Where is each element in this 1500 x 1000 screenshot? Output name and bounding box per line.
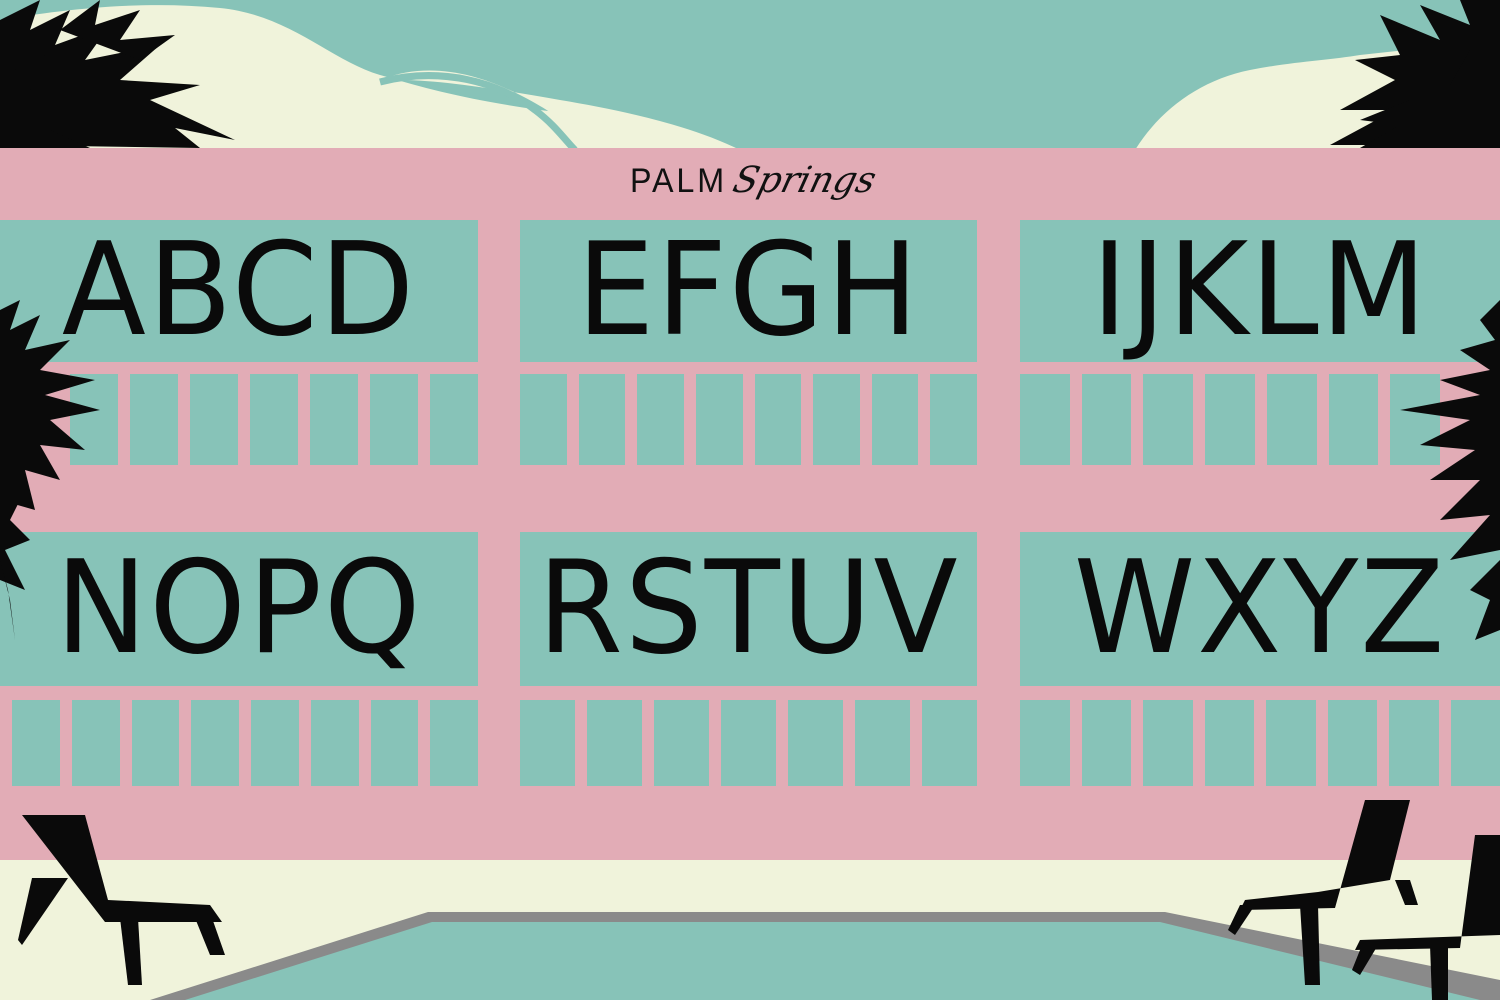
panel-letters: IJKLM — [1091, 216, 1429, 365]
window — [637, 374, 684, 465]
window-strip — [12, 700, 478, 786]
window — [130, 374, 178, 465]
window — [250, 374, 298, 465]
sign-panel: WXYZ — [1020, 532, 1500, 686]
window — [1266, 700, 1316, 786]
window — [855, 700, 910, 786]
window — [370, 374, 418, 465]
panel-letters: WXYZ — [1073, 534, 1447, 683]
palm-springs-scene: PALM Springs ABCD EFGH IJKLM NOPQ RSTUV … — [0, 0, 1500, 1000]
panel-letters: NOPQ — [55, 534, 423, 683]
window — [930, 374, 977, 465]
window — [1020, 700, 1070, 786]
window — [71, 700, 120, 786]
window — [754, 374, 802, 465]
window — [12, 700, 60, 786]
window — [310, 374, 358, 465]
window — [310, 700, 359, 786]
panel-letters: ABCD — [61, 216, 417, 365]
window-strip — [1020, 374, 1441, 465]
window-strip — [70, 374, 478, 465]
brand-script-text: Springs — [728, 160, 881, 201]
sign-panel: EFGH — [520, 220, 977, 362]
sign-panel: IJKLM — [1020, 220, 1500, 362]
window — [695, 374, 743, 465]
window — [1020, 374, 1070, 465]
window — [1389, 700, 1439, 786]
window — [191, 700, 239, 786]
sign-panel: RSTUV — [520, 532, 977, 686]
window — [1204, 700, 1254, 786]
window — [1327, 700, 1377, 786]
window — [1143, 374, 1194, 465]
window — [1390, 374, 1441, 465]
window — [520, 374, 567, 465]
window — [1328, 374, 1379, 465]
window — [871, 374, 919, 465]
window — [813, 374, 860, 465]
window-strip — [1020, 700, 1500, 786]
window — [587, 700, 642, 786]
brand-main-text: PALM — [630, 162, 727, 200]
window — [1081, 374, 1132, 465]
window — [70, 374, 118, 465]
window — [131, 700, 180, 786]
window-strip — [520, 374, 977, 465]
window-strip — [520, 700, 977, 786]
window — [788, 700, 843, 786]
window — [1143, 700, 1193, 786]
window — [430, 700, 478, 786]
panel-letters: EFGH — [576, 216, 921, 365]
window — [654, 700, 709, 786]
window — [1266, 374, 1317, 465]
window — [370, 700, 419, 786]
sign-panel: NOPQ — [0, 532, 478, 686]
window — [520, 700, 575, 786]
sign-panel: ABCD — [0, 220, 478, 362]
window — [721, 700, 776, 786]
panel-letters: RSTUV — [537, 534, 960, 683]
window — [1450, 700, 1500, 786]
window — [190, 374, 238, 465]
window — [1205, 374, 1255, 465]
window — [430, 374, 478, 465]
window — [1081, 700, 1131, 786]
window — [251, 700, 299, 786]
window — [578, 374, 626, 465]
brand-logo: PALM Springs — [630, 160, 900, 216]
window — [922, 700, 977, 786]
